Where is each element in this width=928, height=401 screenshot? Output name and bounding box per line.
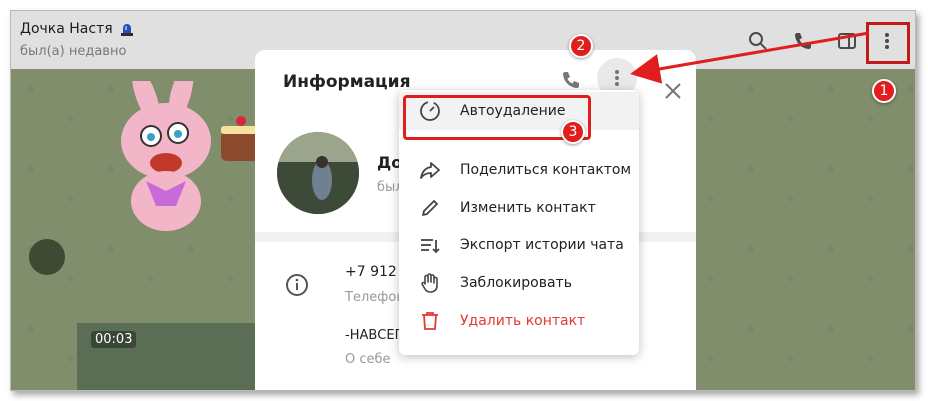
menu-item-label: Удалить контакт [460,313,586,329]
sender-avatar[interactable] [29,239,65,275]
menu-item-delete-contact[interactable]: Удалить контакт [399,302,639,340]
video-duration: 00:03 [91,331,137,348]
bunny-sticker [121,81,261,231]
menu-item-share-contact[interactable]: Поделиться контактом [399,151,639,189]
profile-photo-image [277,132,359,214]
menu-item-block[interactable]: Заблокировать [399,264,639,302]
annotation-badge-1: 1 [872,79,896,103]
info-icon [286,274,308,296]
profile-photo[interactable] [277,132,359,214]
trash-icon [422,312,438,330]
annotation-badge-2: 2 [569,34,593,58]
share-icon [420,162,440,179]
close-icon[interactable] [664,82,682,100]
bio-label: О себе [345,352,391,367]
pencil-icon [422,200,438,216]
panel-title: Информация [283,72,411,92]
menu-item-export-history[interactable]: Экспорт истории чата [399,226,639,264]
menu-item-label: Изменить контакт [460,200,596,216]
menu-item-label: Заблокировать [460,275,572,291]
menu-item-label: Поделиться контактом [460,162,632,178]
export-icon [421,239,440,254]
phone-icon[interactable] [561,70,581,90]
annotation-badge-3: 3 [561,120,585,144]
hand-icon [421,273,438,293]
menu-item-label: Экспорт истории чата [460,237,624,253]
phone-label: Телефон [345,290,405,305]
screenshot-frame: Дочка Настя был(а) недавно 00:03 Информа… [10,10,916,391]
menu-item-edit-contact[interactable]: Изменить контакт [399,189,639,227]
more-vertical-icon [615,70,619,86]
